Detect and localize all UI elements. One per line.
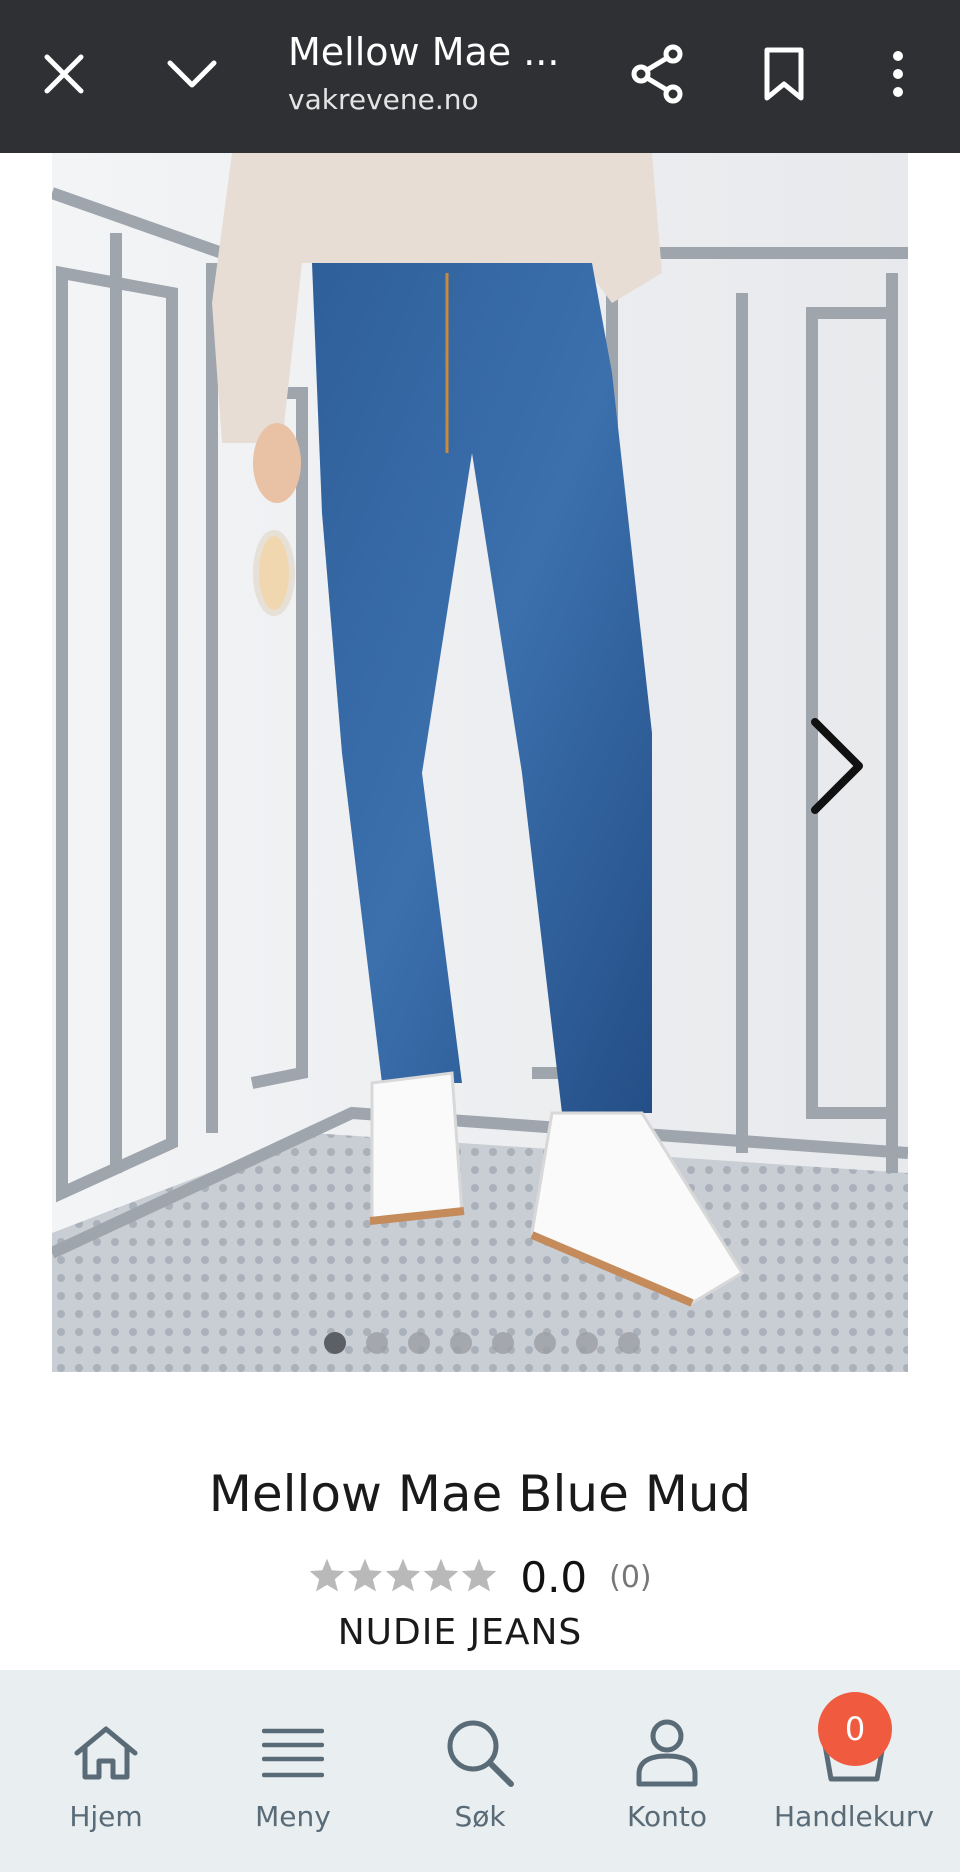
product-photo bbox=[52, 153, 908, 1372]
carousel-dot[interactable] bbox=[492, 1332, 514, 1354]
bookmark-button[interactable] bbox=[744, 36, 824, 116]
share-icon bbox=[629, 44, 685, 108]
user-icon bbox=[627, 1718, 707, 1788]
more-vert-icon bbox=[890, 49, 906, 103]
carousel-dot[interactable] bbox=[618, 1332, 640, 1354]
product-title: Mellow Mae Blue Mud bbox=[208, 1465, 752, 1523]
product-image-carousel[interactable] bbox=[52, 153, 908, 1372]
cart-count-badge: 0 bbox=[818, 1692, 892, 1766]
nav-item-account[interactable]: Konto bbox=[574, 1670, 760, 1872]
rating-value: 0.0 bbox=[520, 1552, 588, 1602]
star-icon bbox=[308, 1557, 346, 1597]
next-image-button[interactable] bbox=[792, 713, 882, 823]
star-icon bbox=[422, 1557, 460, 1597]
carousel-dot[interactable] bbox=[408, 1332, 430, 1354]
nav-label-account: Konto bbox=[627, 1800, 707, 1833]
nav-label-home: Hjem bbox=[69, 1800, 143, 1833]
product-brand[interactable]: NUDIE JEANS bbox=[0, 1612, 920, 1653]
overflow-menu-button[interactable] bbox=[858, 36, 938, 116]
star-icon bbox=[384, 1557, 422, 1597]
minimize-button[interactable] bbox=[152, 36, 232, 116]
home-icon bbox=[66, 1718, 146, 1788]
carousel-dot[interactable] bbox=[576, 1332, 598, 1354]
chevron-right-icon bbox=[807, 716, 867, 820]
carousel-pagination bbox=[52, 1332, 908, 1362]
custom-tab-toolbar: Mellow Mae ... vakrevene.no bbox=[0, 0, 960, 153]
nav-label-cart: Handlekurv bbox=[774, 1800, 934, 1833]
star-icon bbox=[460, 1557, 498, 1597]
nav-item-home[interactable]: Hjem bbox=[13, 1670, 199, 1872]
close-icon bbox=[42, 52, 86, 100]
carousel-dot[interactable] bbox=[366, 1332, 388, 1354]
rating-stars bbox=[308, 1557, 498, 1597]
menu-icon bbox=[253, 1718, 333, 1788]
review-count: (0) bbox=[609, 1559, 652, 1595]
nav-item-search[interactable]: Søk bbox=[387, 1670, 573, 1872]
bookmark-icon bbox=[762, 46, 806, 106]
tab-title-block: Mellow Mae ... vakrevene.no bbox=[288, 28, 588, 120]
carousel-dot[interactable] bbox=[324, 1332, 346, 1354]
page-url: vakrevene.no bbox=[288, 83, 479, 116]
close-button[interactable] bbox=[24, 36, 104, 116]
share-button[interactable] bbox=[617, 36, 697, 116]
star-icon bbox=[346, 1557, 384, 1597]
search-icon bbox=[440, 1718, 520, 1788]
carousel-dot[interactable] bbox=[450, 1332, 472, 1354]
nav-item-menu[interactable]: Meny bbox=[200, 1670, 386, 1872]
nav-label-search: Søk bbox=[454, 1800, 506, 1833]
bottom-navigation: Hjem Meny Søk Konto Handlekurv 0 bbox=[0, 1670, 960, 1872]
carousel-dot[interactable] bbox=[534, 1332, 556, 1354]
product-rating[interactable]: 0.0 (0) bbox=[0, 1547, 960, 1607]
page-title: Mellow Mae ... bbox=[288, 30, 560, 74]
nav-label-menu: Meny bbox=[255, 1800, 331, 1833]
chevron-down-icon bbox=[166, 57, 218, 95]
